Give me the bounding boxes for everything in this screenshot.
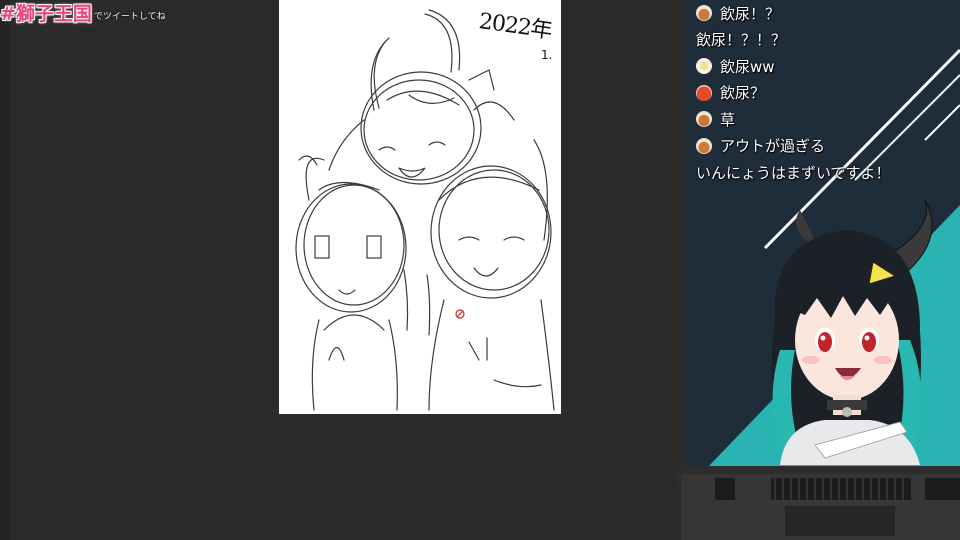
chat-message-text: 草 <box>720 110 736 129</box>
chat-message: 飲尿ww <box>696 53 956 80</box>
hashtag-text: #獅子王国 <box>0 3 92 25</box>
chat-message: 草 <box>696 106 956 133</box>
device-graphic <box>675 466 960 540</box>
tool-strip[interactable] <box>0 0 10 540</box>
chat-message: 飲尿！？ <box>696 0 956 27</box>
chat-message-text: 飲尿！？！？ <box>696 31 787 50</box>
chat-message-text: 飲尿ww <box>720 57 775 76</box>
bowl-icon <box>696 111 712 128</box>
chat-message: アウトが過ぎる <box>696 133 956 160</box>
bowl-icon <box>696 137 712 154</box>
vtuber-avatar <box>771 200 933 465</box>
hashtag-suffix: でツイートしてね <box>93 12 166 22</box>
chat-feed[interactable]: 飲尿！？ 飲尿！？！？ 飲尿ww 飲尿？ 草 アウトが過ぎる いんにょうはまずい… <box>696 0 956 186</box>
sketch-drawing <box>295 9 555 411</box>
bowl-icon <box>696 5 712 22</box>
chat-message: いんにょうはまずいですよ！ <box>696 159 956 186</box>
hashtag-overlay: #獅子王国 でツイートしてね <box>0 0 166 26</box>
chat-message-text: 飲尿？ <box>720 84 766 103</box>
chat-message: 飲尿？ <box>696 80 956 107</box>
tomato-icon <box>696 84 712 101</box>
egg-icon <box>696 58 712 75</box>
chat-message-text: いんにょうはまずいですよ！ <box>696 163 891 182</box>
sketch-canvas[interactable]: 2022年 1. <box>279 0 561 414</box>
chat-message: 飲尿！？！？ <box>696 27 956 54</box>
chat-message-text: アウトが過ぎる <box>720 137 826 156</box>
chat-message-text: 飲尿！？ <box>720 4 781 23</box>
stream-screen: #獅子王国 でツイートしてね 2022年 1. 飲尿！？ 飲尿！？！？ 飲尿ww… <box>0 0 960 540</box>
date-sub-annotation: 1. <box>541 48 553 62</box>
